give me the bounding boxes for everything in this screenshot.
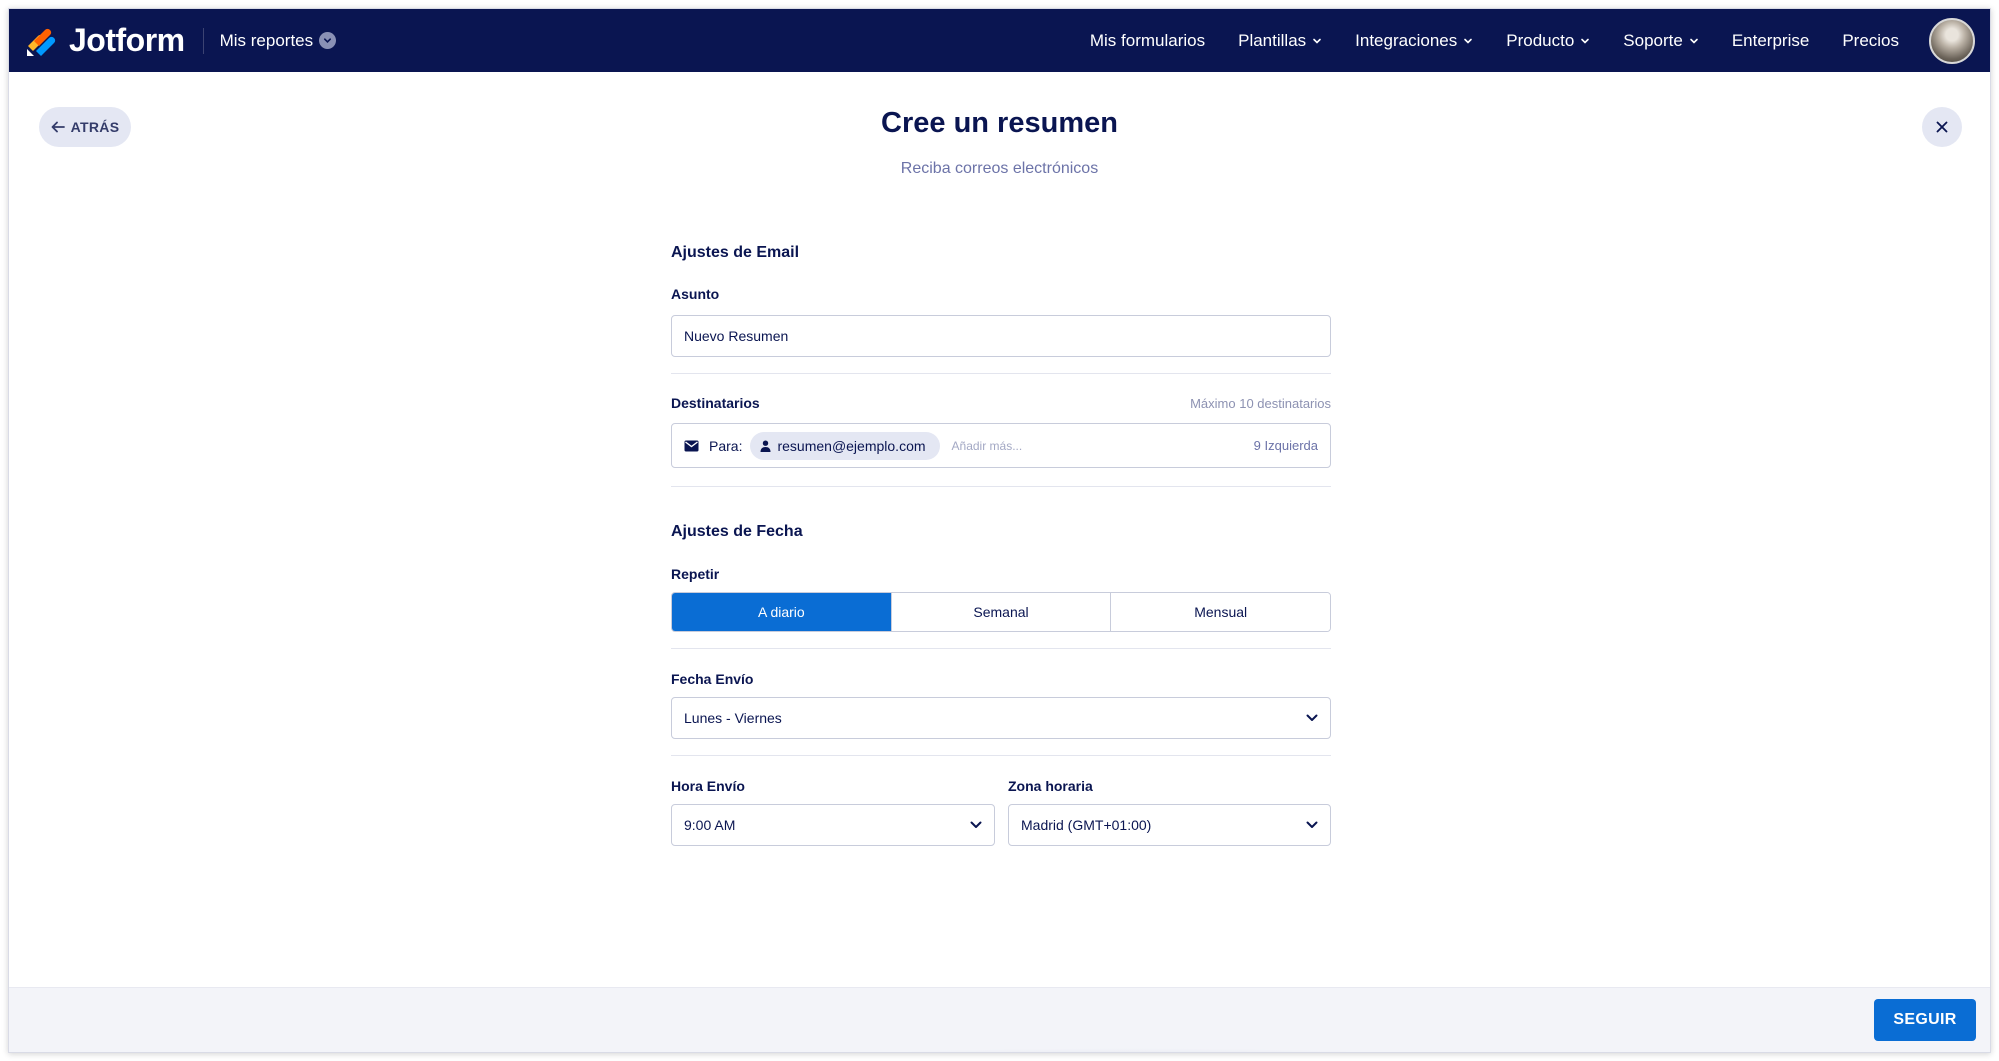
chevron-down-icon — [1312, 36, 1322, 46]
chevron-down-icon — [1689, 36, 1699, 46]
footer-shadow — [709, 1048, 1549, 1052]
nav-item-soporte[interactable]: Soporte — [1623, 31, 1699, 51]
top-navbar: Jotform Mis reportes Mis formularios Pla… — [9, 9, 1990, 72]
repeat-segmented-control: A diario Semanal Mensual — [671, 592, 1331, 632]
next-button[interactable]: SEGUIR — [1874, 999, 1976, 1041]
date-settings-title: Ajustes de Fecha — [671, 523, 803, 540]
chevron-down-icon — [1306, 821, 1318, 829]
remaining-count: 9 Izquierda — [1253, 438, 1318, 453]
timezone-label: Zona horaria — [1008, 778, 1093, 794]
recipient-email: resumen@ejemplo.com — [777, 437, 926, 454]
user-icon — [760, 440, 771, 452]
repeat-option-label: Semanal — [973, 604, 1029, 620]
nav-item-producto[interactable]: Producto — [1506, 31, 1590, 51]
app-window: Jotform Mis reportes Mis formularios Pla… — [8, 8, 1991, 1053]
divider — [671, 373, 1331, 374]
nav-item-label: Integraciones — [1355, 30, 1458, 50]
page-subtitle: Reciba correos electrónicos — [900, 160, 1099, 177]
nav-item-precios[interactable]: Precios — [1842, 31, 1899, 51]
send-time-label: Hora Envío — [671, 778, 745, 794]
brand-name: Jotform — [69, 22, 185, 58]
add-more-placeholder[interactable]: Añadir más... — [952, 439, 1023, 453]
recipients-label: Destinatarios — [671, 395, 760, 411]
recipients-header: Destinatarios Máximo 10 destinatarios — [671, 395, 1331, 411]
chevron-down-icon — [1306, 714, 1318, 722]
repeat-option-weekly[interactable]: Semanal — [890, 593, 1111, 631]
recipients-input[interactable]: Para: resumen@ejemplo.com Añadir más... … — [671, 423, 1331, 468]
nav-item-plantillas[interactable]: Plantillas — [1238, 31, 1322, 51]
repeat-option-daily[interactable]: A diario — [672, 593, 891, 631]
subject-label: Asunto — [671, 286, 720, 302]
envelope-icon — [684, 440, 699, 452]
timezone-value: Madrid (GMT+01:00) — [1021, 817, 1152, 833]
nav-item-enterprise[interactable]: Enterprise — [1732, 31, 1809, 51]
jotform-logo-icon — [27, 28, 56, 56]
recipients-hint: Máximo 10 destinatarios — [1190, 395, 1331, 411]
send-date-value: Lunes - Viernes — [684, 710, 782, 726]
nav-item-label: Producto — [1506, 30, 1575, 50]
send-time-value: 9:00 AM — [684, 817, 736, 833]
repeat-label: Repetir — [671, 566, 720, 582]
divider — [671, 755, 1331, 756]
nav-item-label: Enterprise — [1731, 30, 1810, 50]
timezone-select[interactable]: Madrid (GMT+01:00) — [1008, 804, 1331, 846]
page-title: Cree un resumen — [881, 107, 1118, 139]
divider — [671, 486, 1331, 487]
nav-item-integraciones[interactable]: Integraciones — [1355, 31, 1473, 51]
nav-item-label: Mis formularios — [1089, 30, 1206, 50]
to-label: Para: — [709, 437, 743, 454]
chevron-down-icon — [1463, 36, 1473, 46]
repeat-option-label: Mensual — [1194, 604, 1248, 620]
subject-input[interactable]: Nuevo Resumen — [671, 315, 1331, 357]
nav-links: Mis formularios Plantillas Integraciones… — [1057, 9, 1990, 72]
my-reports-menu[interactable]: Mis reportes — [220, 31, 337, 51]
nav-item-label: Soporte — [1623, 30, 1683, 50]
send-time-select[interactable]: 9:00 AM — [671, 804, 995, 846]
chevron-down-icon — [1580, 36, 1590, 46]
jotform-logo[interactable]: Jotform — [25, 22, 185, 59]
divider — [671, 648, 1331, 649]
repeat-option-monthly[interactable]: Mensual — [1110, 593, 1330, 631]
nav-divider — [202, 27, 204, 54]
subject-value: Nuevo Resumen — [684, 328, 789, 344]
repeat-option-label: A diario — [757, 604, 805, 620]
my-reports-label: Mis reportes — [219, 30, 314, 50]
nav-item-mis-formularios[interactable]: Mis formularios — [1090, 31, 1205, 51]
email-settings-title: Ajustes de Email — [671, 244, 800, 261]
send-date-label: Fecha Envío — [671, 671, 754, 687]
send-date-select[interactable]: Lunes - Viernes — [671, 697, 1331, 739]
chevron-down-icon — [970, 821, 982, 829]
nav-item-label: Precios — [1842, 30, 1899, 50]
user-avatar[interactable] — [1929, 17, 1975, 64]
chevron-down-icon — [319, 32, 337, 49]
footer-bar — [9, 987, 1990, 1052]
recipient-chip[interactable]: resumen@ejemplo.com — [750, 431, 940, 460]
nav-item-label: Plantillas — [1238, 30, 1307, 50]
